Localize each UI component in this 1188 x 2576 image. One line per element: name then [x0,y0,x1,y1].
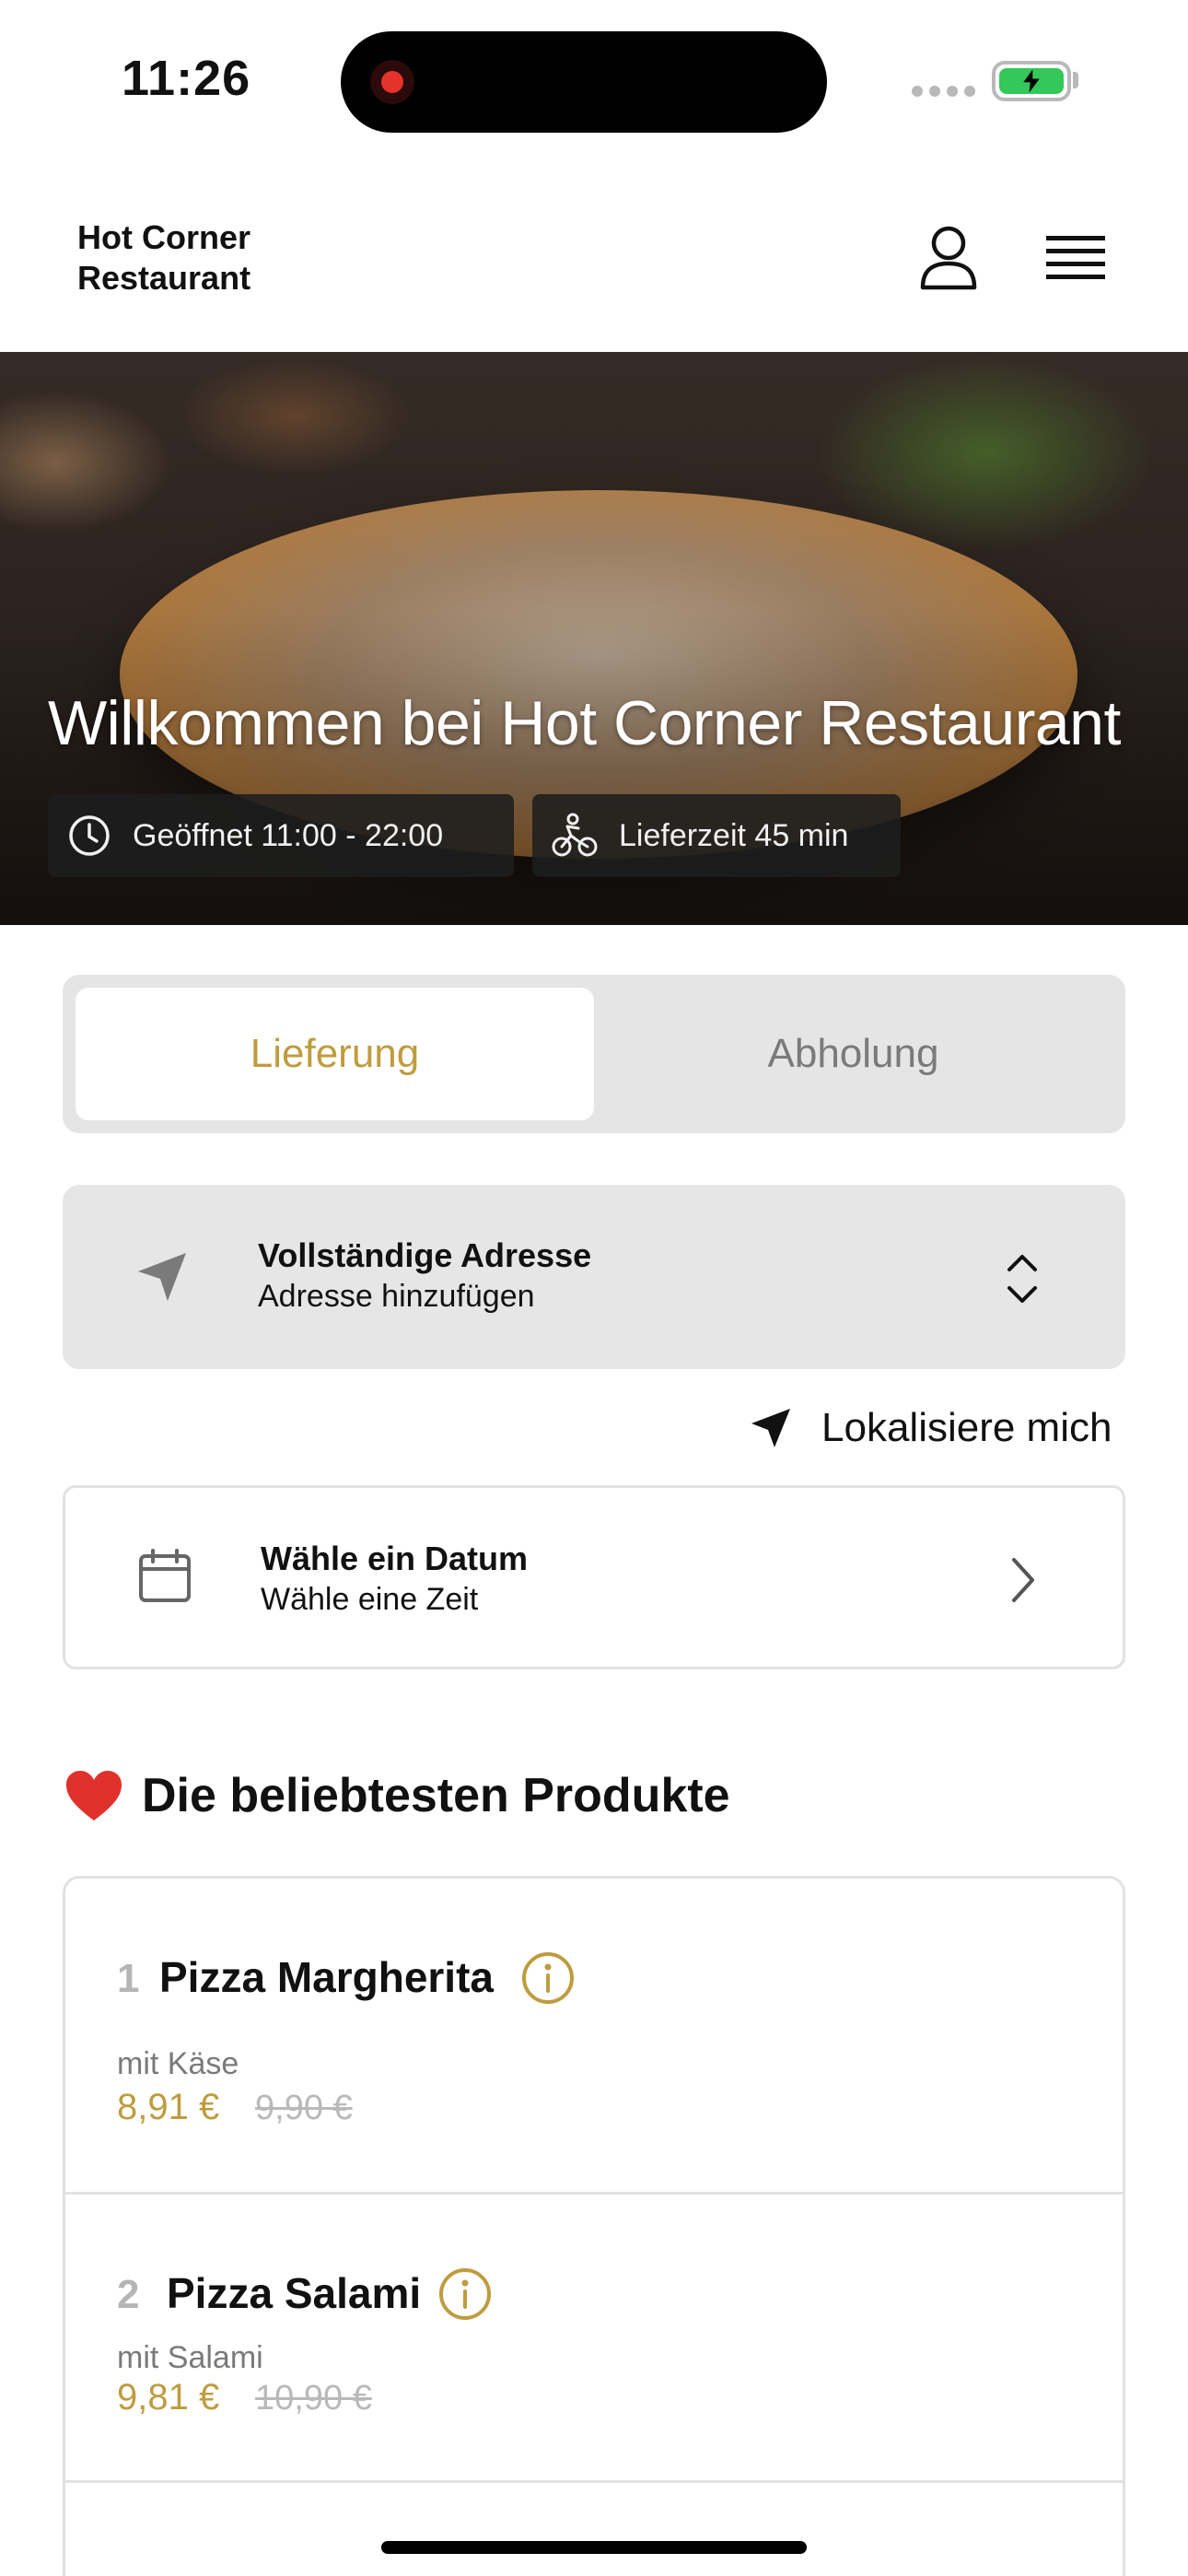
product-price: 8,91 € [117,2087,220,2127]
hamburger-menu-icon [1046,236,1105,279]
chevron-up-down-icon [1007,1255,1037,1303]
home-indicator[interactable] [381,2541,807,2554]
opening-hours-badge: Geöffnet 11:00 - 22:00 [48,794,514,877]
product-description: mit Käse [117,2046,239,2081]
popular-products-title: Die beliebtesten Produkte [142,1769,730,1822]
product-rank: 1 [117,1956,140,2001]
hero-title: Willkommen bei Hot Corner Restaurant [48,688,1121,758]
cellular-signal-icon [912,86,975,97]
product-name: Pizza Salami [167,2269,422,2317]
product-name: Pizza Margherita [159,1953,494,2001]
bike-courier-icon [552,813,598,857]
profile-button[interactable] [912,221,985,295]
person-icon [920,226,977,290]
tab-delivery[interactable]: Lieferung [76,988,594,1120]
address-selector[interactable]: Vollständige Adresse Adresse hinzufügen [63,1185,1125,1369]
date-title: Wähle ein Datum [261,1540,529,1577]
dynamic-island [341,31,827,133]
popular-products-heading: Die beliebtesten Produkte [64,1763,730,1828]
order-mode-switch: Lieferung Abholung [63,975,1125,1133]
delivery-time-badge: Lieferzeit 45 min [532,794,901,877]
battery-tip [1073,72,1078,88]
navigation-arrow-icon [751,1409,790,1447]
address-subtitle: Adresse hinzufügen [258,1279,535,1314]
tab-pickup[interactable]: Abholung [594,988,1112,1120]
delivery-time-text: Lieferzeit 45 min [619,817,849,853]
product-rank: 2 [117,2272,140,2317]
address-title: Vollständige Adresse [258,1236,592,1274]
opening-hours-text: Geöffnet 11:00 - 22:00 [133,817,444,853]
restaurant-name[interactable]: Hot Corner Restaurant [77,217,354,299]
product-old-price: 9,90 € [255,2089,353,2127]
product-old-price: 10,90 € [255,2379,372,2418]
product-description: mit Salami [117,2340,263,2375]
status-time: 11:26 [122,51,251,106]
clock-icon [69,815,110,856]
app-header: Hot Corner Restaurant [0,157,1188,352]
chevron-right-icon [1012,1558,1034,1602]
screen-recording-icon [370,60,414,104]
locate-me-button[interactable]: Lokalisiere mich [748,1399,1112,1458]
hero-banner: Willkommen bei Hot Corner Restaurant Geö… [0,352,1188,925]
battery-charging-icon [992,61,1071,101]
location-arrow-icon [138,1253,186,1301]
info-icon[interactable] [520,1950,576,2006]
popular-products-list: 1 Pizza Margherita mit Käse 8,91 € 9,90 … [63,1876,1125,2576]
time-subtitle: Wähle eine Zeit [261,1582,479,1617]
status-bar: 11:26 [0,0,1188,157]
date-time-selector[interactable]: Wähle ein Datum Wähle eine Zeit [63,1485,1125,1669]
locate-me-label: Lokalisiere mich [821,1405,1112,1450]
product-row[interactable]: 2 Pizza Salami mit Salami 9,81 € 10,90 € [65,2195,1123,2483]
menu-button[interactable] [1039,227,1112,291]
app-screen: 11:26 Hot Corner Restaurant Willkommen b… [0,0,1188,2576]
heart-icon [66,1771,122,1821]
product-row[interactable]: 1 Pizza Margherita mit Käse 8,91 € 9,90 … [65,1879,1123,2195]
product-price: 9,81 € [117,2377,220,2418]
calendar-icon [139,1549,191,1602]
info-icon[interactable] [437,2266,493,2322]
